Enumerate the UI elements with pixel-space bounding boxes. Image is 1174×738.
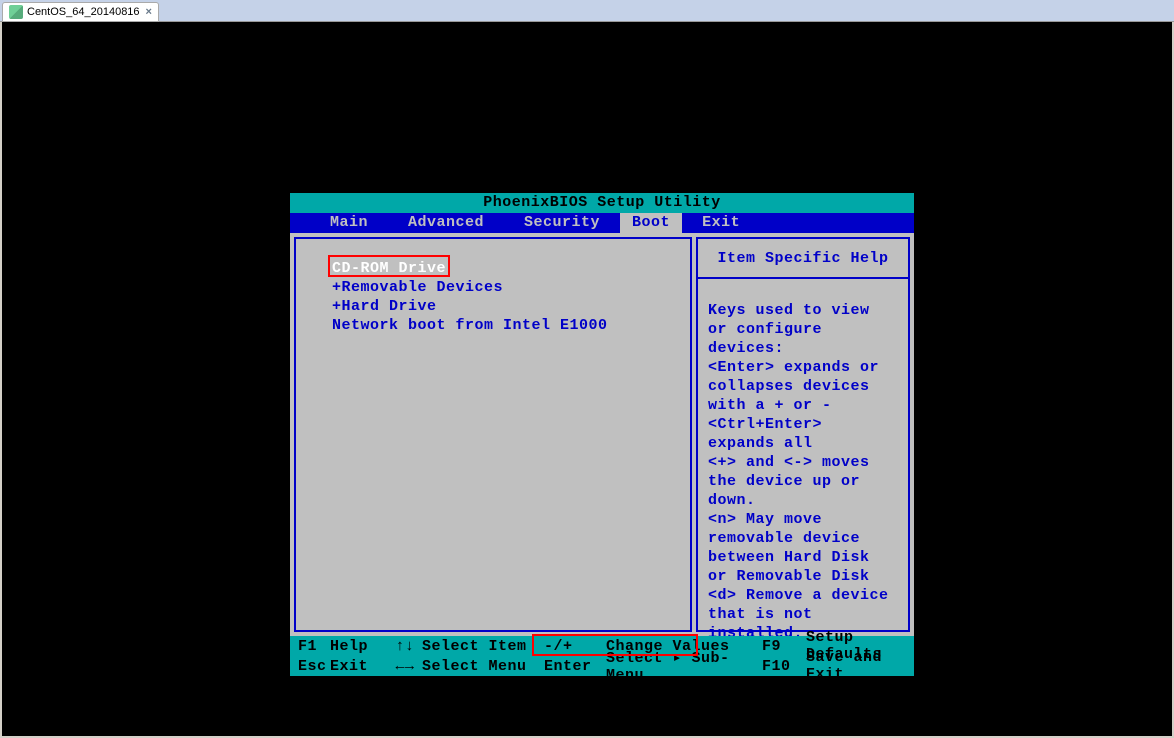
menu-security[interactable]: Security [504,213,620,233]
boot-item-harddrive[interactable]: +Hard Drive [332,297,690,316]
bios-footer: F1 Help ↑↓ Select Item -/+ Change Values… [290,636,914,676]
annotation-box-1 [328,255,450,277]
key-f1: F1 [290,638,330,655]
boot-order-panel: CD-ROM Drive +Removable Devices +Hard Dr… [294,237,692,632]
footer-row-2: Esc Exit ←→ Select Menu Enter Select ▸ S… [290,656,914,676]
label-exit: Exit [330,658,388,675]
menu-main[interactable]: Main [310,213,388,233]
boot-item-removable[interactable]: +Removable Devices [332,278,690,297]
help-body: Keys used to view or configure devices:<… [698,279,908,653]
help-header: Item Specific Help [698,239,908,279]
key-f10: F10 [762,658,806,675]
label-select-item: Select Item [422,638,544,655]
key-enter: Enter [544,658,606,675]
bios-setup: PhoenixBIOS Setup Utility Main Advanced … [290,193,914,676]
vm-tab-title: CentOS_64_20140816 [27,6,140,18]
bios-menu-bar: Main Advanced Security Boot Exit [290,213,914,233]
menu-exit[interactable]: Exit [682,213,760,233]
key-f9: F9 [762,638,806,655]
label-help: Help [330,638,388,655]
menu-boot[interactable]: Boot [620,213,682,233]
key-esc: Esc [290,658,330,675]
close-icon[interactable]: × [146,6,152,18]
leftright-icon: ←→ [388,658,422,675]
boot-item-network[interactable]: Network boot from Intel E1000 [332,316,690,335]
vm-icon [9,5,23,19]
menu-advanced[interactable]: Advanced [388,213,504,233]
help-panel: Item Specific Help Keys used to view or … [696,237,910,632]
bios-title: PhoenixBIOS Setup Utility [290,193,914,213]
bios-panels: CD-ROM Drive +Removable Devices +Hard Dr… [290,233,914,636]
vm-screen: PhoenixBIOS Setup Utility Main Advanced … [2,22,1172,736]
vm-tab[interactable]: CentOS_64_20140816 × [2,2,159,22]
annotation-box-2 [532,634,698,656]
updown-icon: ↑↓ [388,638,422,655]
label-select-menu: Select Menu [422,658,544,675]
label-save-exit: Save and Exit [806,649,914,683]
vm-window-titlebar: CentOS_64_20140816 × [0,0,1174,22]
